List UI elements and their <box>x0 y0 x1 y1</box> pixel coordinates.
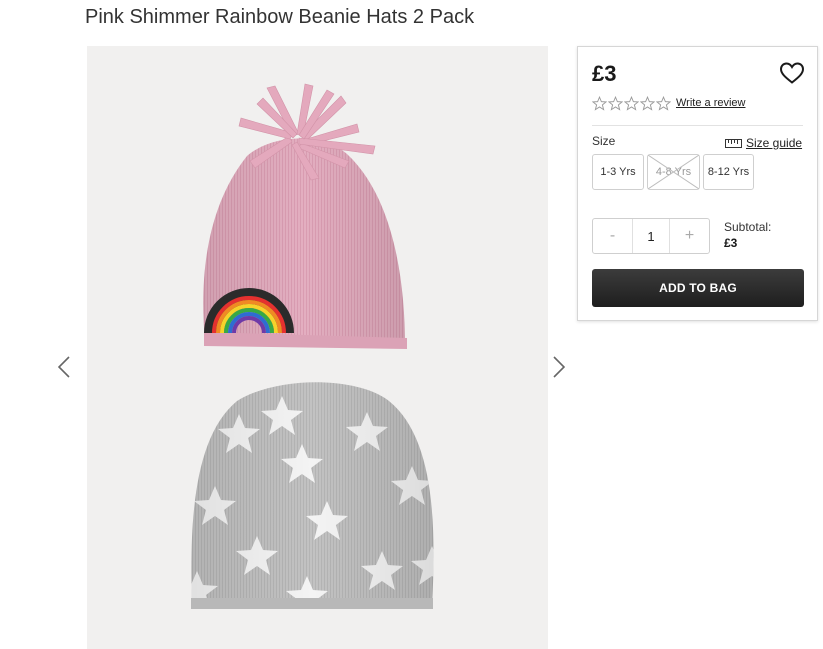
star-empty-icon <box>656 96 671 111</box>
write-review-link[interactable]: Write a review <box>676 97 745 109</box>
size-option-8-12-yrs[interactable]: 8-12 Yrs <box>703 154 754 190</box>
size-options: 1-3 Yrs 4-8 Yrs 8-12 Yrs <box>592 154 754 190</box>
subtotal-label: Subtotal: <box>724 220 772 234</box>
pink-beanie <box>203 83 407 349</box>
ruler-icon <box>725 138 742 148</box>
size-option-1-3-yrs[interactable]: 1-3 Yrs <box>592 154 644 190</box>
divider <box>592 125 803 126</box>
gallery-prev-button[interactable] <box>53 352 75 382</box>
size-label: Size <box>592 134 616 148</box>
add-to-bag-button[interactable]: ADD TO BAG <box>592 269 804 307</box>
heart-icon <box>779 62 805 84</box>
quantity-input[interactable] <box>632 219 670 253</box>
quantity-decrease-button[interactable]: - <box>593 219 632 253</box>
star-empty-icon <box>624 96 639 111</box>
star-empty-icon <box>608 96 623 111</box>
chevron-right-icon <box>553 356 565 378</box>
rating-stars <box>592 96 671 111</box>
product-title: Pink Shimmer Rainbow Beanie Hats 2 Pack <box>85 6 475 28</box>
size-option-4-8-yrs[interactable]: 4-8 Yrs <box>647 154 700 190</box>
gallery-next-button[interactable] <box>548 352 570 382</box>
size-guide-link[interactable]: Size guide <box>725 136 802 150</box>
product-image <box>87 46 548 649</box>
grey-star-beanie <box>191 382 434 609</box>
size-guide-label: Size guide <box>746 136 803 150</box>
quantity-stepper: - + <box>592 218 710 254</box>
price: £3 <box>592 61 617 86</box>
wishlist-button[interactable] <box>779 61 805 85</box>
subtotal-value: £3 <box>724 236 738 250</box>
buy-box: £3 Write a review Size Size guide 1-3 Yr… <box>577 46 818 321</box>
star-empty-icon <box>592 96 607 111</box>
chevron-left-icon <box>58 356 70 378</box>
size-option-label: 4-8 Yrs <box>655 166 692 178</box>
star-empty-icon <box>640 96 655 111</box>
quantity-increase-button[interactable]: + <box>670 219 709 253</box>
